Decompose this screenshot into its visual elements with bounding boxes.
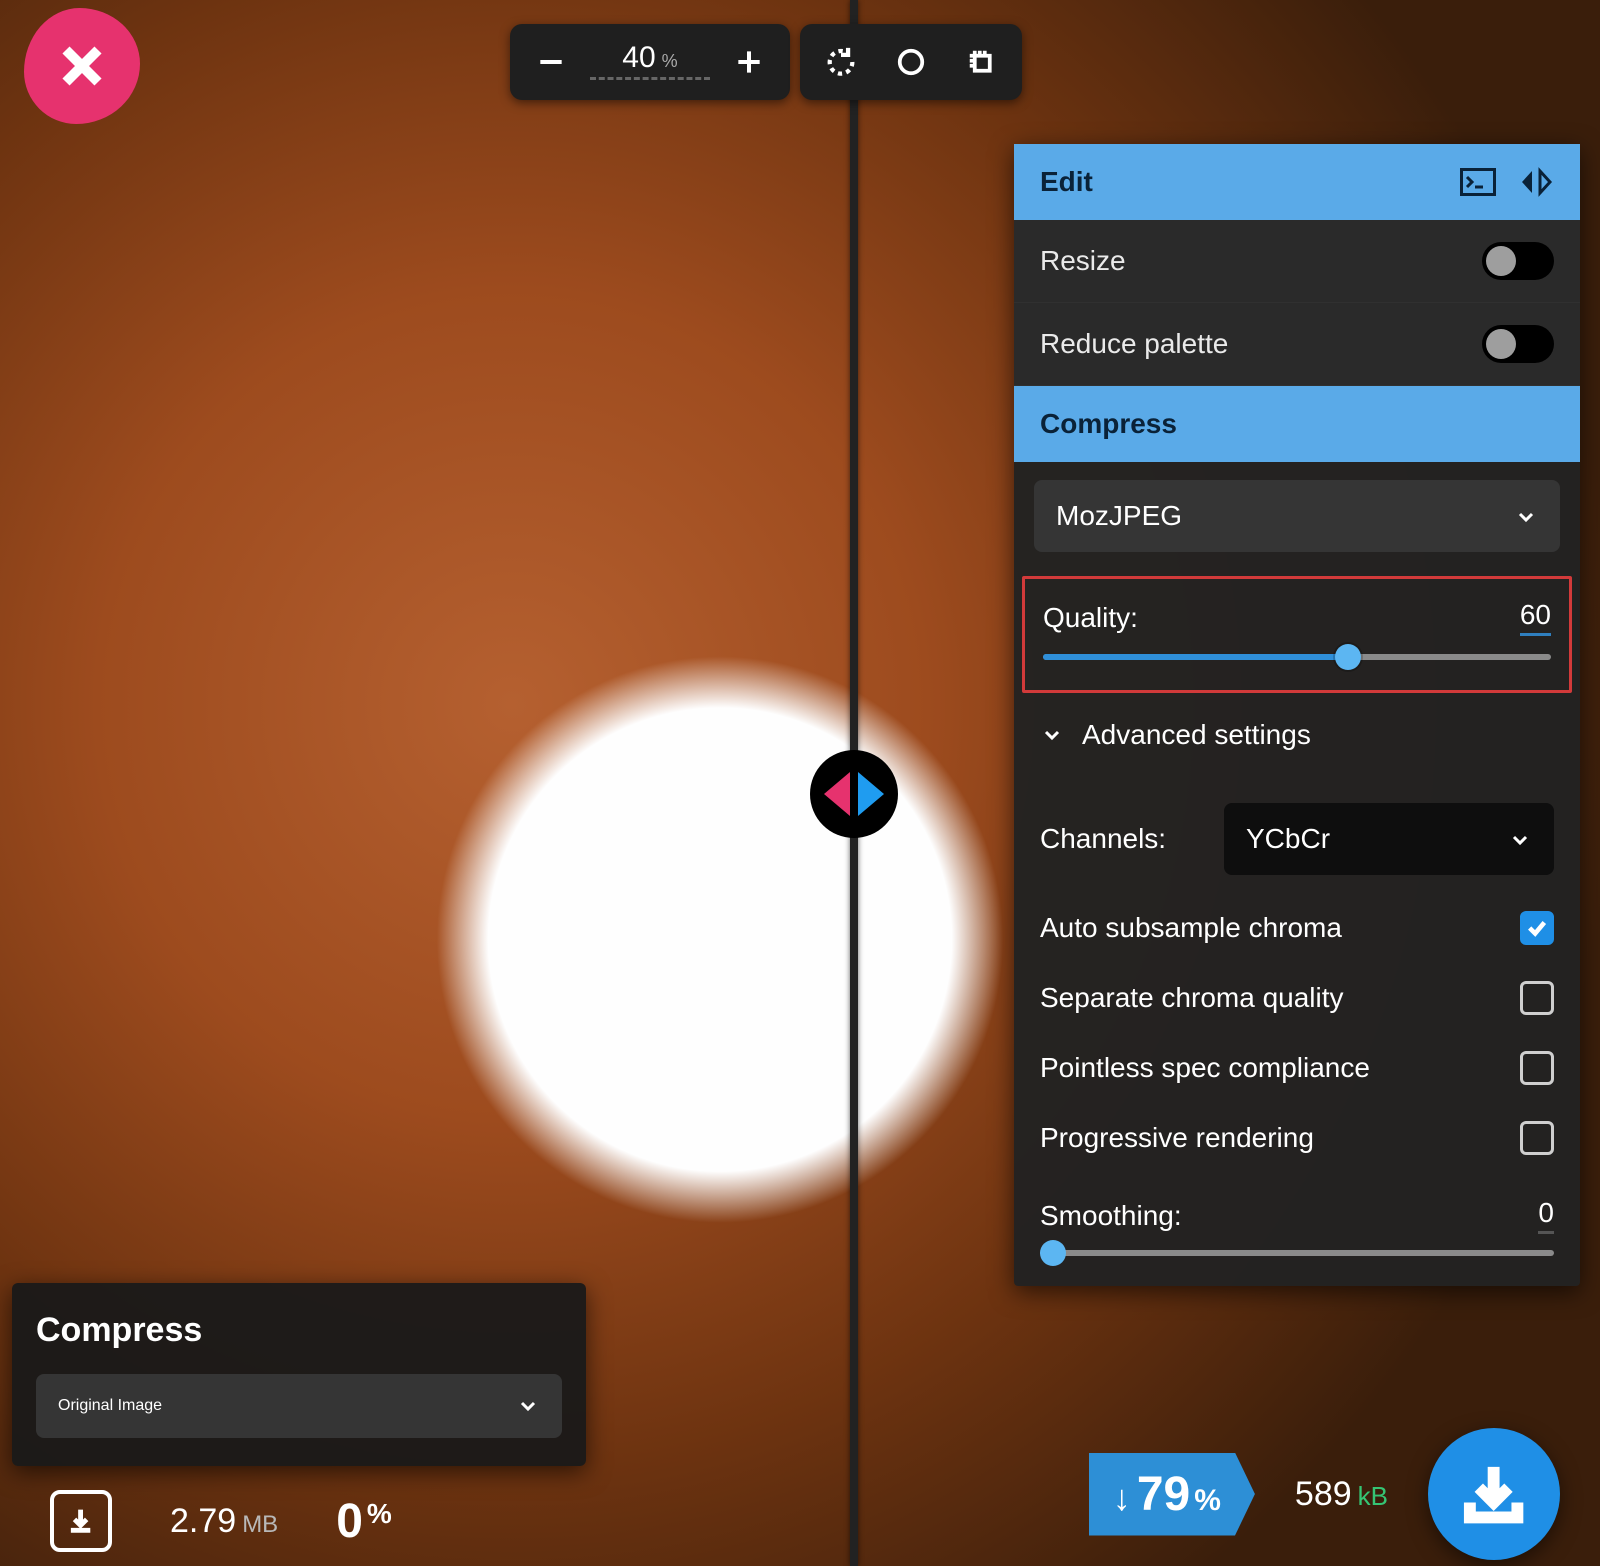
channels-row: Channels: YCbCr — [1040, 785, 1554, 893]
original-pct: 0% — [336, 1494, 392, 1549]
quality-label: Quality: — [1043, 602, 1138, 634]
quality-slider-fill — [1043, 654, 1348, 660]
original-stats: 2.79MB 0% — [50, 1490, 392, 1552]
zoom-number: 40 — [622, 41, 655, 75]
original-size-unit: MB — [242, 1511, 278, 1538]
auto-subsample-checkbox[interactable] — [1520, 911, 1554, 945]
reduction-unit: % — [1194, 1484, 1221, 1518]
close-icon — [58, 42, 106, 90]
separate-chroma-label: Separate chroma quality — [1040, 982, 1344, 1014]
compress-header: Compress — [1014, 386, 1580, 462]
zoom-unit: % — [662, 51, 678, 72]
down-arrow-icon: ↓ — [1113, 1477, 1131, 1519]
triangle-right-icon — [858, 772, 884, 816]
progressive-row: Progressive rendering — [1040, 1103, 1554, 1173]
zoom-out-button[interactable] — [516, 30, 586, 94]
channels-value: YCbCr — [1246, 823, 1330, 855]
download-icon — [1458, 1458, 1529, 1529]
close-button[interactable] — [24, 8, 140, 124]
reduction-value: 79 — [1137, 1467, 1190, 1522]
rotate-icon — [824, 45, 858, 79]
advanced-toggle[interactable]: Advanced settings — [1014, 699, 1580, 771]
spec-compliance-label: Pointless spec compliance — [1040, 1052, 1370, 1084]
separate-chroma-checkbox[interactable] — [1520, 981, 1554, 1015]
original-size-value: 2.79 — [170, 1502, 236, 1540]
crop-button[interactable] — [946, 30, 1016, 94]
image-compare-canvas[interactable]: 40 % Edit — [0, 0, 1600, 1566]
quality-slider-thumb[interactable] — [1335, 644, 1361, 670]
original-size: 2.79MB — [170, 1502, 278, 1541]
quality-highlight: Quality: 60 — [1022, 576, 1572, 693]
original-pct-value: 0 — [336, 1494, 363, 1549]
smoothing-value[interactable]: 0 — [1538, 1197, 1554, 1234]
download-icon — [66, 1506, 95, 1535]
zoom-value[interactable]: 40 % — [590, 41, 710, 80]
chevron-down-icon — [516, 1394, 540, 1418]
resize-label: Resize — [1040, 245, 1126, 277]
top-toolbar: 40 % — [510, 24, 1022, 100]
chevron-down-icon — [1508, 827, 1532, 851]
edit-panel: Edit Resize Reduce palette Compress — [1014, 144, 1580, 1286]
advanced-section: Channels: YCbCr Auto subsample chroma Se… — [1014, 771, 1580, 1187]
spec-compliance-row: Pointless spec compliance — [1040, 1033, 1554, 1103]
triangle-left-icon — [824, 772, 850, 816]
zoom-in-button[interactable] — [714, 30, 784, 94]
left-compress-card: Compress Original Image — [12, 1283, 586, 1466]
smoothing-label: Smoothing: — [1040, 1200, 1182, 1232]
chevron-down-icon — [1514, 504, 1538, 528]
progressive-label: Progressive rendering — [1040, 1122, 1314, 1154]
reduce-palette-toggle[interactable] — [1482, 325, 1554, 363]
quality-slider[interactable] — [1043, 654, 1551, 660]
reduction-badge: ↓ 79 % — [1089, 1453, 1255, 1536]
output-size: 589kB — [1295, 1475, 1388, 1514]
source-select[interactable]: Original Image — [36, 1374, 562, 1438]
circle-icon — [896, 47, 926, 77]
auto-subsample-row: Auto subsample chroma — [1040, 893, 1554, 963]
output-size-value: 589 — [1295, 1475, 1352, 1513]
smoothing-slider-thumb[interactable] — [1040, 1240, 1066, 1266]
quality-value[interactable]: 60 — [1520, 599, 1551, 636]
compare-handle[interactable] — [810, 750, 898, 838]
output-stats: ↓ 79 % 589kB — [1089, 1428, 1560, 1560]
output-size-unit: kB — [1358, 1481, 1388, 1511]
advanced-label: Advanced settings — [1082, 719, 1311, 751]
plus-icon — [733, 46, 765, 78]
channels-label: Channels: — [1040, 823, 1166, 855]
resize-row: Resize — [1014, 220, 1580, 303]
download-output-button[interactable] — [1428, 1428, 1560, 1560]
download-original-button[interactable] — [50, 1490, 112, 1552]
resize-toggle[interactable] — [1482, 242, 1554, 280]
spec-compliance-checkbox[interactable] — [1520, 1051, 1554, 1085]
smoothing-section: Smoothing: 0 — [1014, 1187, 1580, 1286]
edit-panel-header: Edit — [1014, 144, 1580, 220]
copy-settings-icon[interactable] — [1518, 167, 1554, 197]
zoom-group: 40 % — [510, 24, 790, 100]
rotate-button[interactable] — [806, 30, 876, 94]
reduce-palette-row: Reduce palette — [1014, 303, 1580, 386]
progressive-checkbox[interactable] — [1520, 1121, 1554, 1155]
auto-subsample-label: Auto subsample chroma — [1040, 912, 1342, 944]
smoothing-slider[interactable] — [1040, 1250, 1554, 1256]
reduce-palette-label: Reduce palette — [1040, 328, 1228, 360]
check-icon — [1526, 917, 1548, 939]
transform-group — [800, 24, 1022, 100]
edit-header-label: Edit — [1040, 166, 1093, 198]
separate-chroma-row: Separate chroma quality — [1040, 963, 1554, 1033]
minus-icon — [535, 46, 567, 78]
codec-row: MozJPEG — [1014, 462, 1580, 570]
channels-select[interactable]: YCbCr — [1224, 803, 1554, 875]
source-value: Original Image — [58, 1397, 162, 1415]
crop-icon — [966, 47, 996, 77]
codec-select[interactable]: MozJPEG — [1034, 480, 1560, 552]
left-card-header: Compress — [36, 1311, 562, 1350]
chevron-down-icon — [1040, 723, 1064, 747]
background-toggle-button[interactable] — [876, 30, 946, 94]
original-pct-unit: % — [367, 1498, 392, 1530]
codec-value: MozJPEG — [1056, 500, 1182, 532]
cli-icon[interactable] — [1460, 168, 1496, 196]
